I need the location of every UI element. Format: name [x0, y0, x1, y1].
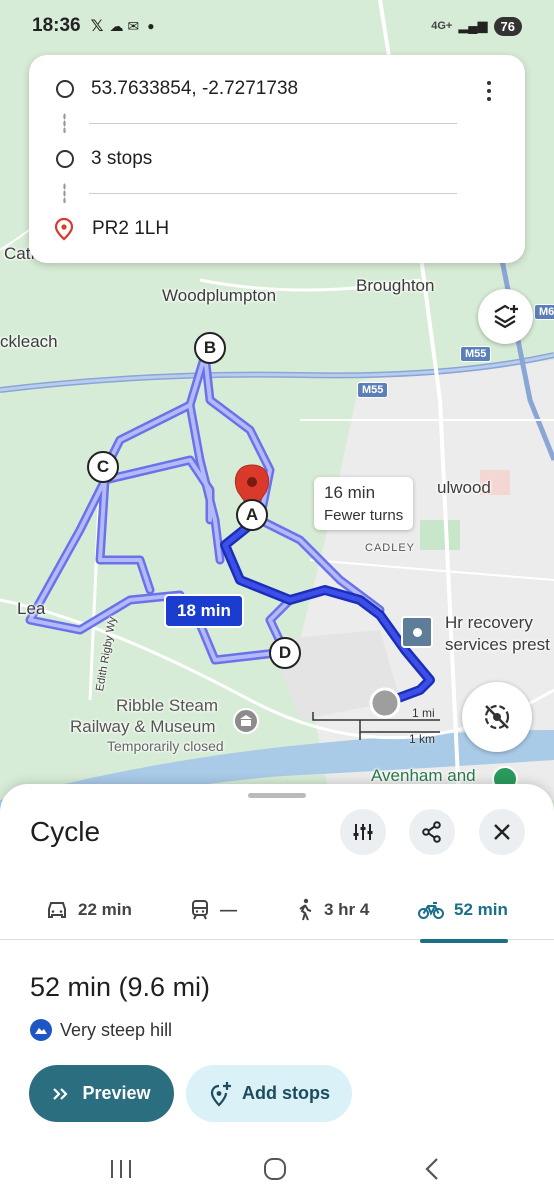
bike-icon	[418, 902, 444, 919]
tab-walk-label: 3 hr 4	[324, 900, 370, 919]
road-shield: M55	[357, 382, 389, 398]
road-shield: M6	[534, 304, 554, 320]
recenter-button[interactable]	[462, 682, 532, 752]
tab-walk[interactable]: 3 hr 4	[296, 890, 369, 930]
system-nav-bar	[0, 1144, 554, 1200]
signal-icon: ▂▄▆	[458, 18, 488, 33]
train-icon	[192, 900, 208, 920]
destination-text: PR2 1LH	[92, 218, 170, 239]
connector-dots	[63, 113, 66, 133]
tab-cycle[interactable]: 52 min	[418, 890, 508, 930]
callout-time: 16 min	[324, 483, 376, 502]
map-label: Temporarily closed	[107, 738, 224, 754]
double-chevron-right-icon	[53, 1087, 69, 1100]
destination-row[interactable]: PR2 1LH	[53, 209, 465, 249]
directions-card: 53.7633854, -2.7271738 3 stops PR2 1LH	[29, 55, 525, 263]
recent-apps-icon[interactable]	[108, 1156, 134, 1187]
map-label: services prest	[445, 635, 550, 654]
route-options-button[interactable]	[340, 809, 386, 855]
origin-text: 53.7633854, -2.7271738	[91, 78, 299, 99]
preview-button[interactable]: Preview	[29, 1065, 174, 1122]
divider	[89, 123, 457, 124]
mail-icon: ✉	[127, 17, 140, 34]
cloud-icon: ☁	[109, 17, 124, 34]
poi-marker-icon[interactable]	[401, 616, 433, 648]
map-label: Lea	[17, 599, 46, 618]
stops-circle-icon	[56, 150, 74, 168]
walk-icon	[299, 898, 312, 921]
back-icon[interactable]	[420, 1156, 446, 1187]
status-bar: 18:36 𝕏 ☁ ✉ ● 4G+ ▂▄▆ 76	[0, 0, 554, 52]
sheet-title: Cycle	[30, 816, 101, 847]
waypoint-marker-b[interactable]: B	[194, 332, 226, 364]
travel-mode-tabs: 22 min — 3 hr 4 52 min	[0, 880, 554, 940]
close-button[interactable]	[479, 809, 525, 855]
waypoint-marker-a[interactable]: A	[236, 499, 268, 531]
layers-button[interactable]	[478, 289, 533, 344]
close-icon	[494, 824, 510, 840]
add-stops-label: Add stops	[242, 1083, 330, 1103]
stops-row[interactable]: 3 stops	[53, 139, 465, 179]
road-shield: M55	[460, 346, 492, 362]
map-label: Broughton	[356, 276, 435, 295]
bottom-sheet: Cycle 22 min — 3 hr 4 52 min 52 min (9.6…	[0, 784, 554, 1200]
layers-icon	[493, 304, 518, 328]
waypoint-marker-c[interactable]: C	[87, 451, 119, 483]
network-type: 4G+	[431, 20, 453, 32]
sheet-drag-handle[interactable]	[248, 793, 306, 798]
origin-circle-icon	[56, 80, 74, 98]
tab-transit-label: —	[220, 900, 237, 919]
preview-label: Preview	[82, 1083, 151, 1103]
add-location-icon	[210, 1081, 231, 1107]
route-warning: Very steep hill	[30, 1019, 172, 1041]
location-off-icon	[484, 704, 510, 730]
scale-km: 1 km	[409, 732, 436, 746]
tab-drive[interactable]: 22 min	[46, 890, 132, 930]
route-summary: 52 min (9.6 mi)	[30, 972, 211, 1002]
map-label: Woodplumpton	[162, 286, 277, 305]
more-options-icon[interactable]	[477, 77, 501, 105]
warning-text: Very steep hill	[60, 1019, 173, 1040]
add-stops-button[interactable]: Add stops	[186, 1065, 352, 1122]
map-label: CADLEY	[365, 542, 416, 554]
stops-text: 3 stops	[91, 148, 153, 169]
tab-transit[interactable]: —	[190, 890, 237, 930]
map-scale: 1 mi 1 km	[312, 706, 442, 746]
destination-pin-icon	[54, 217, 74, 241]
map-label: Avenham and	[371, 766, 476, 785]
callout-note: Fewer turns	[324, 507, 404, 524]
museum-icon[interactable]	[233, 708, 259, 734]
active-tab-indicator	[420, 939, 508, 943]
share-icon	[422, 821, 441, 843]
hill-icon	[30, 1019, 52, 1041]
waypoint-marker-d[interactable]: D	[269, 637, 301, 669]
origin-row[interactable]: 53.7633854, -2.7271738	[53, 69, 465, 109]
map-label: Ribble Steam	[116, 696, 219, 715]
car-icon	[48, 902, 66, 918]
home-icon[interactable]	[262, 1156, 288, 1187]
tune-icon	[353, 824, 373, 840]
map-label: Hr recovery	[445, 613, 533, 632]
connector-dots	[63, 183, 66, 203]
share-button[interactable]	[409, 809, 455, 855]
tab-cycle-label: 52 min	[454, 900, 508, 919]
scale-mi: 1 mi	[412, 706, 435, 720]
divider	[89, 193, 457, 194]
status-time: 18:36	[32, 15, 81, 36]
map-label: Railway & Museum	[70, 717, 216, 736]
route-callout[interactable]: 16 min Fewer turns	[314, 477, 414, 530]
map-label: ckleach	[0, 332, 58, 351]
selected-route-time[interactable]: 18 min	[164, 594, 244, 628]
tab-drive-label: 22 min	[78, 900, 132, 919]
map-label: ulwood	[437, 478, 491, 497]
battery-indicator: 76	[493, 16, 522, 36]
x-app-icon: 𝕏	[90, 18, 104, 35]
dot-icon: ●	[147, 19, 155, 33]
